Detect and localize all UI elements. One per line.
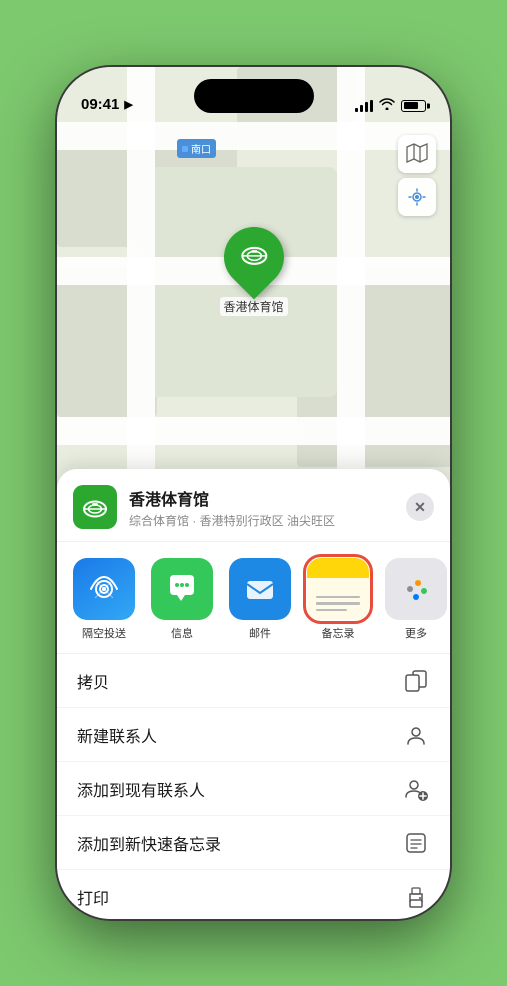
copy-action[interactable]: 拷贝	[57, 654, 450, 708]
messages-app[interactable]: 信息	[151, 558, 213, 641]
map-location-label: 南口	[177, 139, 216, 158]
notes-icon	[307, 558, 369, 620]
messages-label: 信息	[171, 625, 193, 641]
phone-frame: 09:41 ▶	[57, 67, 450, 919]
map-area[interactable]: 南口	[57, 67, 450, 497]
signal-icon	[355, 100, 373, 112]
notes-app[interactable]: 备忘录	[307, 558, 369, 641]
print-label: 打印	[77, 885, 402, 909]
airdrop-icon	[73, 558, 135, 620]
notes-label: 备忘录	[322, 625, 355, 641]
venue-title: 香港体育馆	[129, 486, 394, 510]
quick-note-action[interactable]: 添加到新快速备忘录	[57, 816, 450, 870]
copy-label: 拷贝	[77, 669, 402, 693]
airdrop-label: 隔空投送	[82, 625, 126, 641]
airdrop-app[interactable]: 隔空投送	[73, 558, 135, 641]
map-controls	[398, 135, 436, 216]
sheet-header: 香港体育馆 综合体育馆 · 香港特别行政区 油尖旺区 ✕	[57, 469, 450, 542]
add-contact-icon	[402, 775, 430, 803]
quick-note-icon	[402, 829, 430, 857]
mail-label: 邮件	[249, 625, 271, 641]
mail-icon	[229, 558, 291, 620]
add-contact-action[interactable]: 添加到现有联系人	[57, 762, 450, 816]
more-icon	[385, 558, 447, 620]
status-icons	[355, 98, 426, 113]
new-contact-label: 新建联系人	[77, 723, 402, 747]
venue-subtitle: 综合体育馆 · 香港特别行政区 油尖旺区	[129, 512, 394, 529]
stadium-icon	[237, 238, 269, 277]
stadium-marker[interactable]: 香港体育馆	[219, 227, 287, 316]
bottom-sheet: 香港体育馆 综合体育馆 · 香港特别行政区 油尖旺区 ✕	[57, 469, 450, 919]
dynamic-island	[194, 79, 314, 113]
more-label: 更多	[405, 625, 427, 641]
wifi-icon	[379, 98, 395, 113]
mail-app[interactable]: 邮件	[229, 558, 291, 641]
add-contact-label: 添加到现有联系人	[77, 777, 402, 801]
print-action[interactable]: 打印	[57, 870, 450, 919]
map-type-button[interactable]	[398, 135, 436, 173]
location-arrow-icon: ▶	[124, 98, 132, 111]
marker-pin	[211, 215, 296, 300]
status-time: 09:41 ▶	[81, 96, 133, 113]
time-label: 09:41	[81, 96, 119, 113]
more-apps[interactable]: 更多	[385, 558, 447, 641]
phone-screen: 09:41 ▶	[57, 67, 450, 919]
venue-title-area: 香港体育馆 综合体育馆 · 香港特别行政区 油尖旺区	[129, 486, 394, 529]
share-apps-row: 隔空投送 信息	[57, 542, 450, 654]
close-button[interactable]: ✕	[406, 493, 434, 521]
copy-icon	[402, 667, 430, 695]
quick-note-label: 添加到新快速备忘录	[77, 831, 402, 855]
venue-icon	[73, 485, 117, 529]
location-button[interactable]	[398, 178, 436, 216]
battery-icon	[401, 100, 426, 112]
new-contact-action[interactable]: 新建联系人	[57, 708, 450, 762]
new-contact-icon	[402, 721, 430, 749]
print-icon	[402, 883, 430, 911]
messages-icon	[151, 558, 213, 620]
